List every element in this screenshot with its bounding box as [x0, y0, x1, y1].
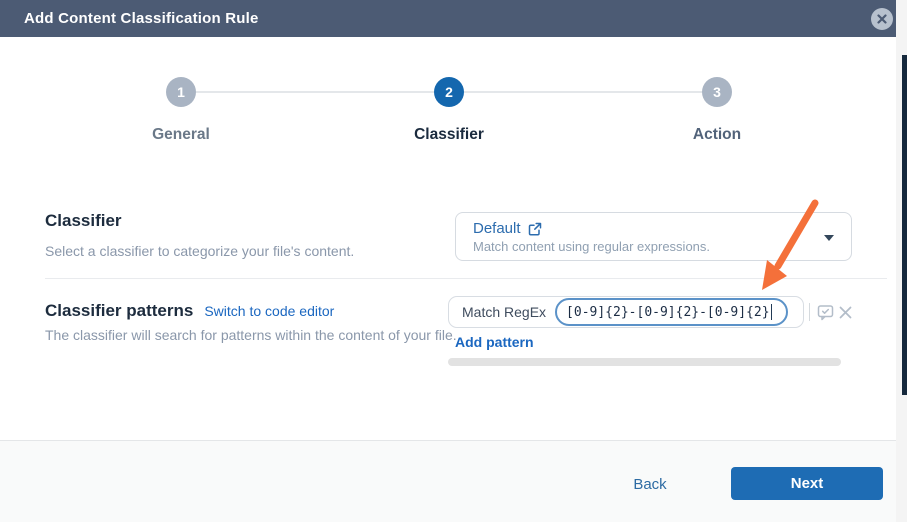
step-connector [464, 91, 702, 93]
modal-title: Add Content Classification Rule [24, 10, 259, 27]
classifier-dropdown[interactable]: Default Match content using regular expr… [455, 212, 852, 261]
page-backdrop-strip [902, 55, 907, 395]
close-icon [877, 14, 887, 24]
close-button[interactable] [871, 8, 893, 30]
dropdown-value: Default [473, 220, 521, 237]
add-pattern-link[interactable]: Add pattern [455, 334, 534, 350]
title-bar: Add Content Classification Rule [0, 0, 896, 37]
back-button[interactable]: Back [615, 470, 685, 498]
classifier-description: Select a classifier to categorize your f… [45, 241, 354, 263]
patterns-header-row: Classifier patterns Switch to code edito… [45, 301, 334, 321]
step-3-circle[interactable]: 3 [702, 77, 732, 107]
step-2-number: 2 [445, 84, 453, 100]
pattern-row: Match RegEx [0-9]{2}-[0-9]{2}-[0-9]{2} [448, 296, 804, 328]
step-1-label[interactable]: General [101, 126, 261, 144]
step-2-circle[interactable]: 2 [434, 77, 464, 107]
step-3-label[interactable]: Action [637, 126, 797, 144]
remove-pattern-icon[interactable] [838, 305, 853, 320]
step-2-label[interactable]: Classifier [369, 126, 529, 144]
step-1-number: 1 [177, 84, 185, 100]
step-1-circle[interactable]: 1 [166, 77, 196, 107]
switch-to-code-editor-link[interactable]: Switch to code editor [204, 303, 334, 319]
pattern-type-label: Match RegEx [462, 304, 546, 320]
pattern-actions-divider [809, 303, 810, 321]
patterns-description: The classifier will search for patterns … [45, 325, 467, 347]
speech-bubble-check-icon[interactable] [816, 303, 835, 322]
regex-pattern-input[interactable]: [0-9]{2}-[0-9]{2}-[0-9]{2} [555, 298, 788, 326]
add-content-classification-rule-modal: Add Content Classification Rule 1 2 3 Ge… [0, 0, 907, 522]
dropdown-description: Match content using regular expressions. [473, 239, 811, 254]
step-3-number: 3 [713, 84, 721, 100]
patterns-heading: Classifier patterns [45, 301, 193, 321]
classifier-heading: Classifier [45, 211, 122, 231]
horizontal-scrollbar[interactable] [448, 358, 841, 366]
external-link-icon [528, 222, 542, 236]
step-connector [196, 91, 434, 93]
chevron-down-icon [824, 235, 834, 241]
section-divider [45, 278, 887, 279]
next-button[interactable]: Next [731, 467, 883, 500]
